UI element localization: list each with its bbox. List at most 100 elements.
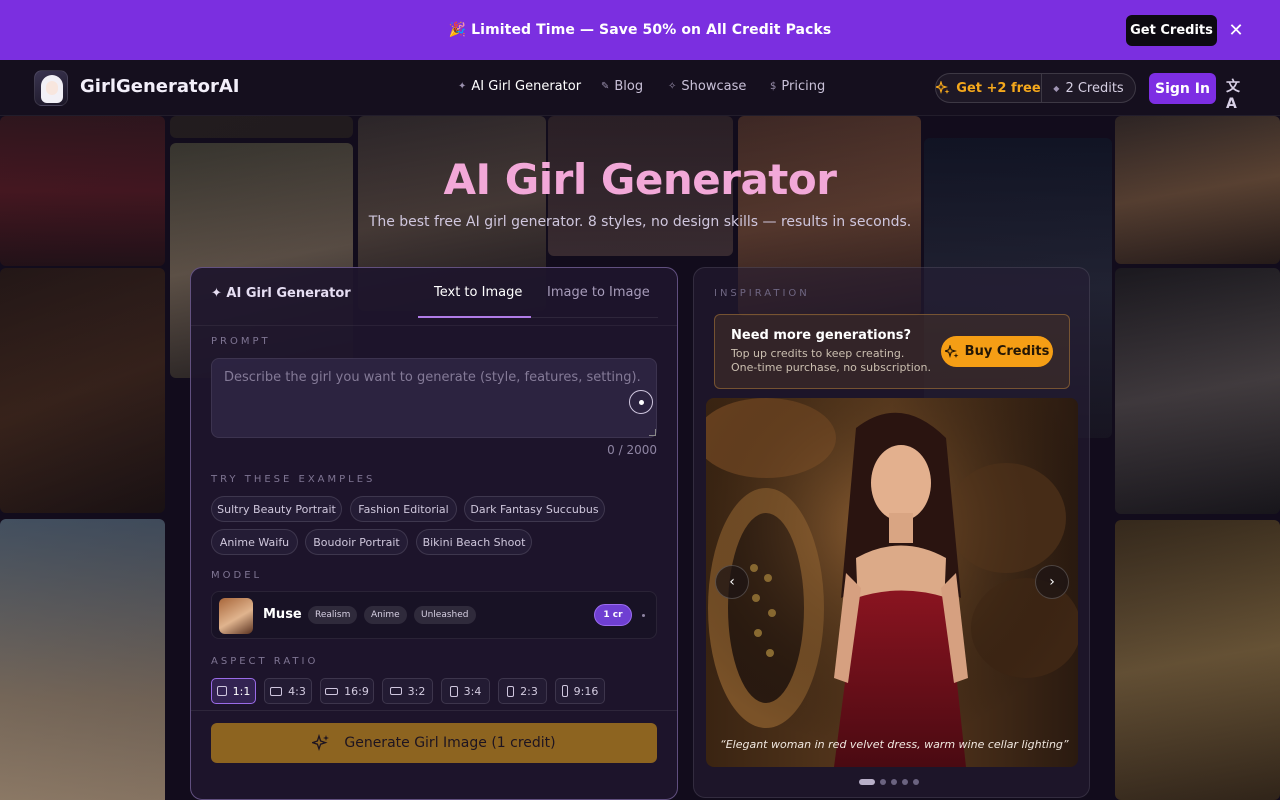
model-name: Muse (263, 607, 302, 622)
credits-pill: Get +2 free ◆ 2 Credits (935, 73, 1136, 103)
close-icon[interactable]: ✕ (1226, 20, 1246, 41)
free-label: Get +2 free (956, 80, 1041, 96)
more-options-icon[interactable] (642, 614, 645, 617)
ratio-3-2[interactable]: 3:2 (382, 678, 433, 704)
upsell-card: Need more generations? Top up credits to… (714, 314, 1070, 389)
nav-blog[interactable]: ✎ Blog (601, 79, 643, 94)
carousel-dot[interactable] (859, 779, 875, 785)
generate-button[interactable]: Generate Girl Image (1 credit) (211, 723, 657, 763)
sign-in-button[interactable]: Sign In (1149, 73, 1216, 104)
example-chip[interactable]: Boudoir Portrait (305, 529, 408, 555)
voice-input-icon[interactable] (629, 390, 653, 414)
nav-label: Blog (614, 79, 644, 94)
ratio-label-text: 16:9 (344, 684, 369, 698)
landscape-icon (270, 686, 283, 696)
credits-label: 2 Credits (1065, 80, 1124, 96)
inspiration-label: INSPIRATION (714, 288, 810, 299)
inspiration-image[interactable]: “Elegant woman in red velvet dress, warm… (706, 398, 1078, 767)
buy-credits-label: Buy Credits (964, 344, 1050, 359)
example-chip[interactable]: Sultry Beauty Portrait (211, 496, 342, 522)
ratio-label: ASPECT RATIO (211, 656, 319, 667)
ratio-16-9[interactable]: 16:9 (320, 678, 374, 704)
promo-banner: 🎉 Limited Time — Save 50% on All Credit … (0, 0, 1280, 60)
examples-label: TRY THESE EXAMPLES (211, 474, 376, 485)
ratio-4-3[interactable]: 4:3 (264, 678, 312, 704)
ratio-2-3[interactable]: 2:3 (498, 678, 547, 704)
model-thumbnail (219, 598, 253, 634)
model-tag: Realism (308, 606, 358, 624)
tab-image-to-image[interactable]: Image to Image (547, 285, 650, 300)
char-counter: 0 / 2000 (607, 443, 657, 457)
ratio-label-text: 3:4 (463, 684, 482, 698)
example-chip[interactable]: Fashion Editorial (350, 496, 457, 522)
buy-credits-button[interactable]: Buy Credits (941, 336, 1053, 367)
sparkles-icon (312, 734, 330, 752)
ratio-label-text: 2:3 (520, 684, 538, 698)
carousel-dot[interactable] (891, 779, 897, 785)
ratio-9-16[interactable]: 9:16 (555, 678, 605, 704)
model-selector[interactable]: Muse Realism Anime Unleashed 1 cr (211, 591, 657, 639)
nav-showcase[interactable]: ✧ Showcase (668, 79, 746, 94)
upsell-title: Need more generations? (731, 328, 912, 343)
star-icon: ✧ (668, 81, 677, 92)
prompt-input[interactable] (212, 359, 656, 437)
example-chip[interactable]: Dark Fantasy Succubus (464, 496, 605, 522)
carousel-dot[interactable] (913, 779, 919, 785)
ratio-3-4[interactable]: 3:4 (441, 678, 490, 704)
model-cost-badge: 1 cr (594, 604, 632, 626)
tab-text-to-image[interactable]: Text to Image (434, 285, 522, 300)
nav-ai-girl-generator[interactable]: ✦ AI Girl Generator (458, 79, 581, 94)
promo-text: 🎉 Limited Time — Save 50% on All Credit … (448, 22, 832, 38)
landscape-icon (389, 687, 402, 695)
nav-pricing[interactable]: $ Pricing (770, 79, 825, 94)
portrait-icon (449, 685, 458, 697)
page-subtitle: The best free AI girl generator. 8 style… (368, 214, 912, 230)
wide-icon (325, 687, 339, 695)
next-arrow-icon[interactable]: › (1035, 565, 1069, 599)
site-header: GirlGeneratorAI ✦ AI Girl Generator ✎ Bl… (0, 60, 1280, 116)
generator-panel: ✦ AI Girl Generator Text to Image Image … (190, 267, 678, 800)
portrait-icon (507, 685, 515, 697)
sparkle-icon: ✦ (458, 81, 467, 92)
ratio-label-text: 4:3 (288, 684, 306, 698)
model-label: MODEL (211, 570, 263, 581)
model-tag: Unleashed (414, 606, 476, 624)
credits-balance[interactable]: ◆ 2 Credits (1042, 81, 1135, 96)
model-tag: Anime (364, 606, 407, 624)
nav-label: Showcase (681, 79, 747, 94)
ratio-label-text: 9:16 (573, 684, 599, 698)
sparkles-icon (944, 344, 959, 358)
divider (191, 710, 677, 711)
prev-arrow-icon[interactable]: ‹ (715, 565, 749, 599)
ratio-1-1[interactable]: 1:1 (211, 678, 256, 704)
tall-icon (561, 685, 568, 697)
resize-handle[interactable] (649, 429, 656, 436)
image-caption: “Elegant woman in red velvet dress, warm… (720, 738, 1069, 751)
carousel-dot[interactable] (902, 779, 908, 785)
get-free-credits-button[interactable]: Get +2 free (936, 74, 1042, 102)
diamond-icon: ◆ (1053, 83, 1060, 93)
logo-text[interactable]: GirlGeneratorAI (80, 76, 240, 97)
generator-title: ✦ AI Girl Generator (211, 286, 351, 301)
prompt-label: PROMPT (211, 336, 271, 347)
sparkles-icon (936, 81, 950, 94)
active-tab-indicator (418, 316, 531, 318)
pencil-icon: ✎ (601, 81, 610, 92)
carousel-dot[interactable] (880, 779, 886, 785)
ratio-label-text: 3:2 (407, 684, 426, 698)
wine-cellar-portrait (706, 398, 1078, 767)
carousel-dots (859, 779, 919, 785)
dollar-icon: $ (770, 81, 777, 92)
upsell-description: Top up credits to keep creating. One-tim… (731, 347, 931, 374)
translate-icon[interactable]: 文A (1226, 76, 1248, 112)
example-chip[interactable]: Anime Waifu (211, 529, 298, 555)
logo-icon[interactable] (34, 70, 68, 106)
square-icon (216, 686, 227, 696)
nav-label: Pricing (781, 79, 826, 94)
example-chip[interactable]: Bikini Beach Shoot (416, 529, 532, 555)
nav-label: AI Girl Generator (471, 79, 582, 94)
generate-label: Generate Girl Image (1 credit) (344, 735, 556, 751)
page-title: AI Girl Generator (443, 155, 837, 204)
get-credits-button[interactable]: Get Credits (1126, 15, 1217, 46)
divider (191, 325, 677, 326)
